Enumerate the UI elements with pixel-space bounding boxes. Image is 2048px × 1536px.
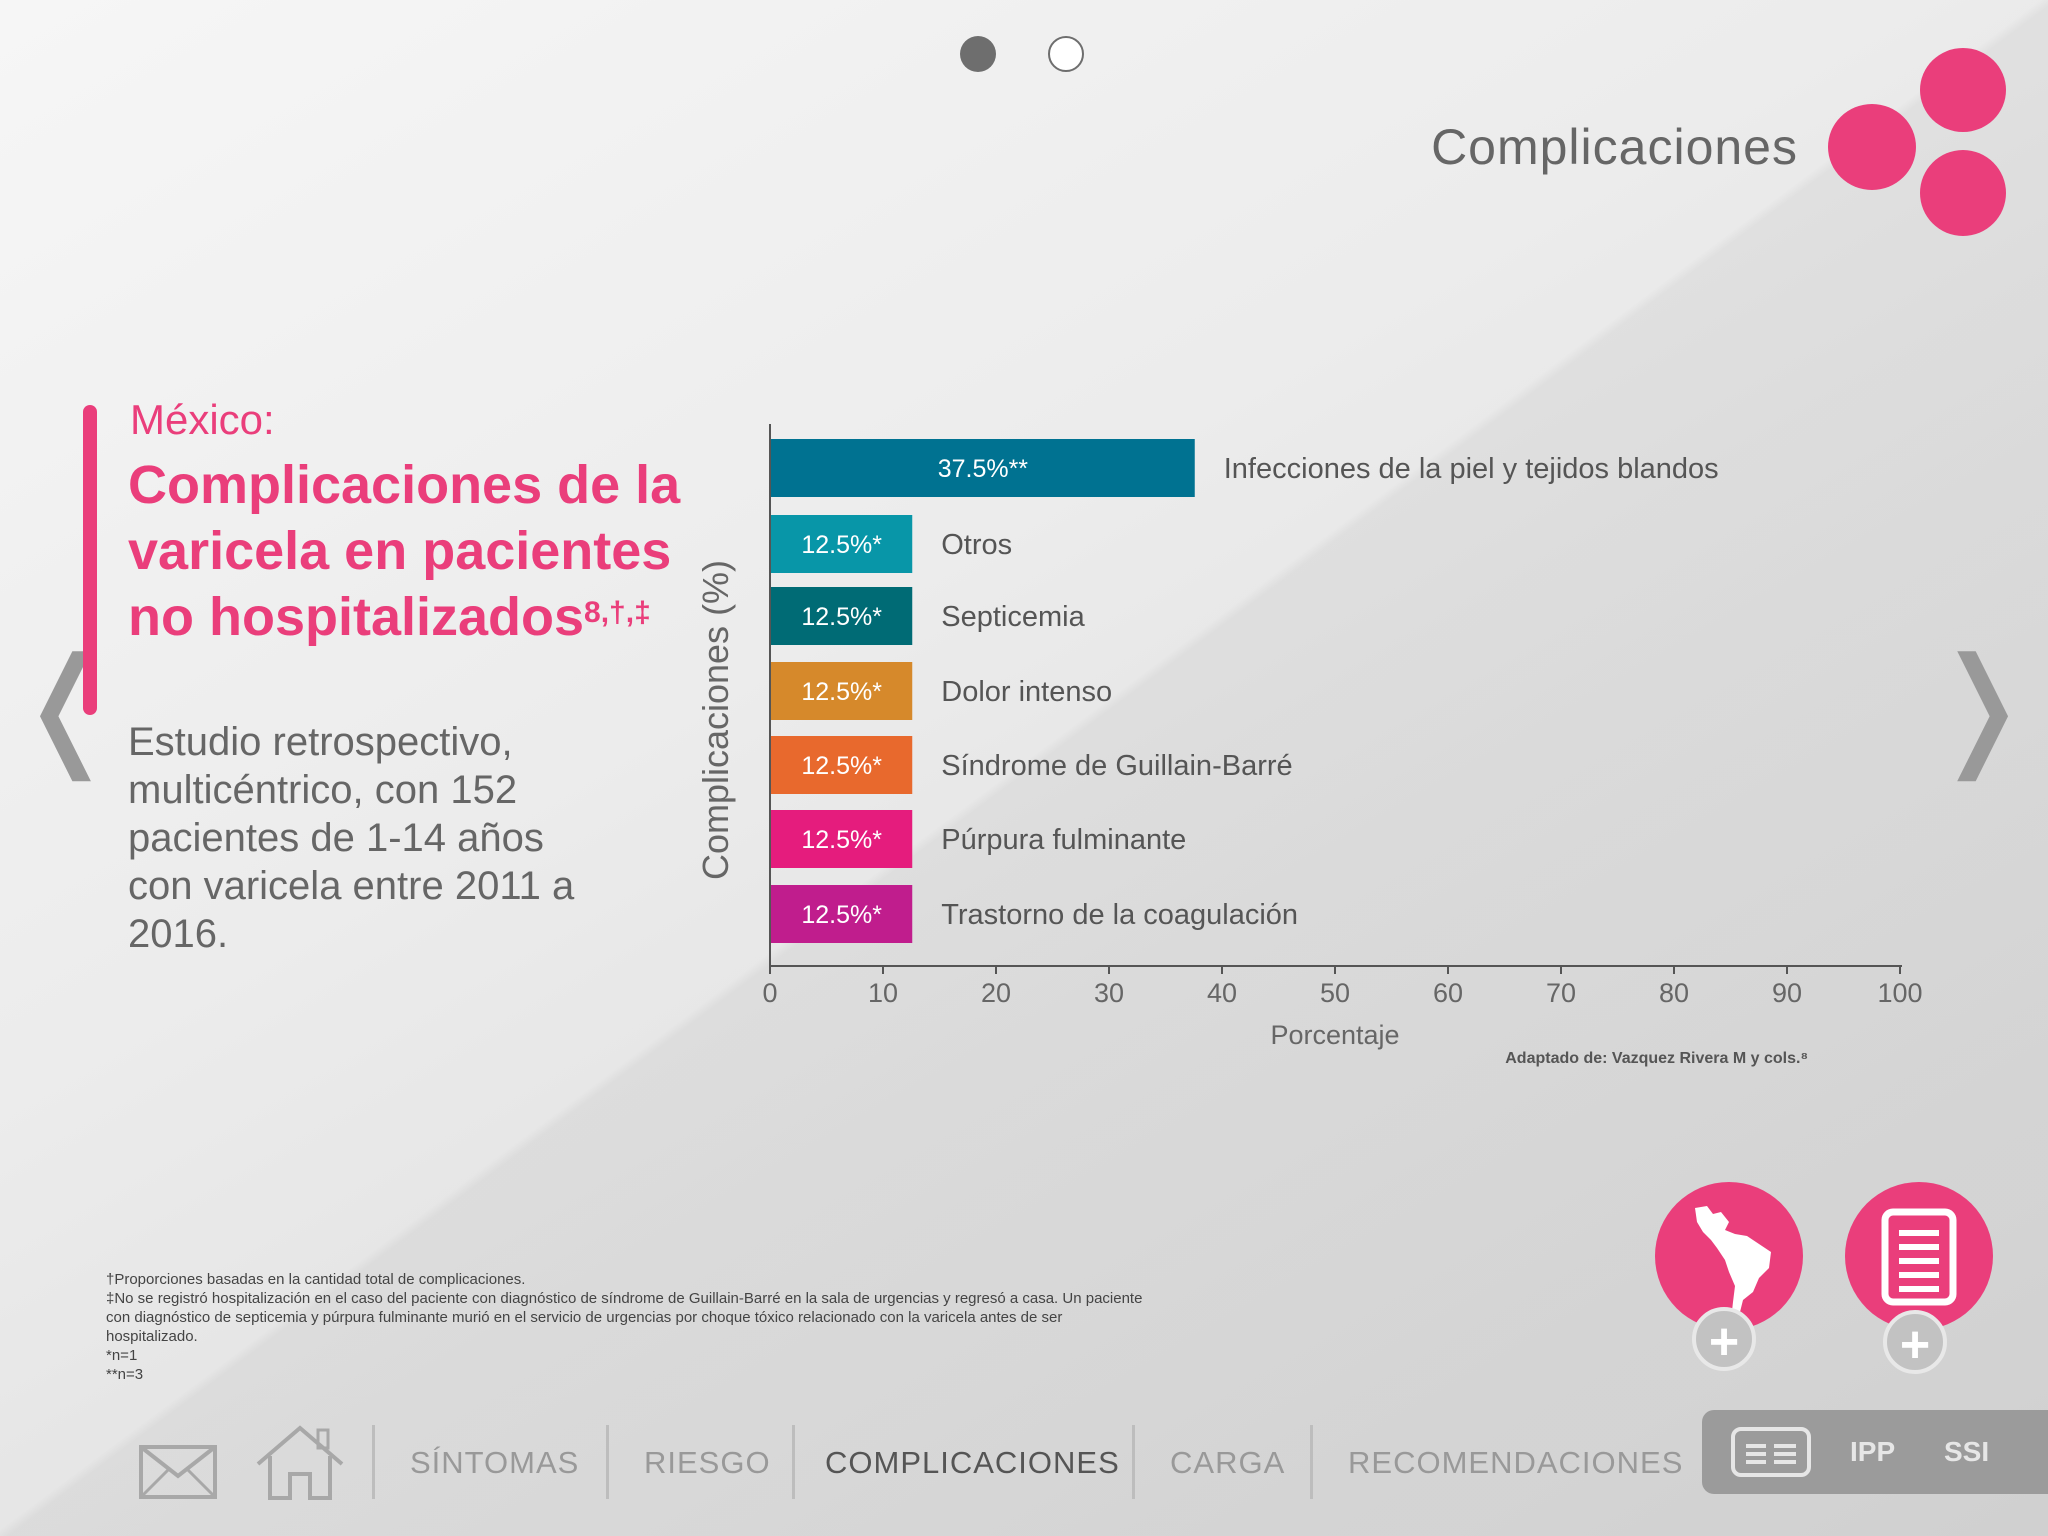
mail-icon[interactable] — [138, 1444, 218, 1500]
x-tick-label: 40 — [1207, 978, 1237, 1008]
bar-value-label: 12.5%* — [801, 678, 882, 706]
footnotes: †Proporciones basadas en la cantidad tot… — [106, 1270, 1156, 1384]
nav-separator — [372, 1425, 375, 1499]
x-axis-title: Porcentaje — [1270, 1020, 1399, 1050]
ssi-link[interactable]: SSI — [1944, 1436, 1989, 1468]
bar-value-label: 12.5%* — [801, 752, 882, 780]
complications-bar-chart: 37.5%** Infecciones de la piel y tejidos … — [695, 424, 1923, 1050]
home-icon[interactable] — [254, 1422, 346, 1502]
nav-item-sintomas[interactable]: SÍNTOMAS — [410, 1445, 579, 1481]
pager-dot-2[interactable] — [1048, 36, 1084, 72]
headline: Complicaciones de la varicela en pacient… — [128, 452, 688, 650]
x-tick-label: 60 — [1433, 978, 1463, 1008]
accent-bar — [83, 405, 97, 715]
nav-separator — [606, 1425, 609, 1499]
y-axis-title: Complicaciones (%) — [695, 560, 736, 880]
x-tick-label: 90 — [1772, 978, 1802, 1008]
bar-value-label: 37.5%** — [938, 455, 1029, 483]
source-citation: Adaptado de: Vazquez Rivera M y cols.⁸ — [1505, 1050, 1808, 1067]
section-title: Complicaciones — [1431, 119, 1798, 175]
nav-item-complicaciones[interactable]: COMPLICACIONES — [825, 1445, 1120, 1481]
category-label: Otros — [941, 529, 1012, 561]
category-label: Dolor intenso — [941, 676, 1112, 708]
study-description: Estudio retrospectivo, multicéntrico, co… — [128, 720, 575, 956]
nav-separator — [1132, 1425, 1135, 1499]
document-plus-icon[interactable]: + — [1883, 1310, 1947, 1374]
x-tick-label: 30 — [1094, 978, 1124, 1008]
menu-icon[interactable] — [1730, 1426, 1812, 1478]
x-tick-label: 70 — [1546, 978, 1576, 1008]
nav-separator — [792, 1425, 795, 1499]
category-label: Septicemia — [941, 601, 1085, 633]
next-arrow-icon[interactable]: ❭ — [1927, 640, 2036, 770]
x-tick-label: 100 — [1877, 978, 1922, 1008]
nav-item-carga[interactable]: CARGA — [1170, 1445, 1285, 1481]
category-label: Púrpura fulminante — [941, 824, 1186, 856]
footnote: †Proporciones basadas en la cantidad tot… — [106, 1271, 526, 1288]
footnote: **n=3 — [106, 1366, 144, 1383]
footnote: *n=1 — [106, 1347, 138, 1364]
nav-item-riesgo[interactable]: RIESGO — [644, 1445, 771, 1481]
x-tick-label: 10 — [868, 978, 898, 1008]
pager-dot-1[interactable] — [960, 36, 996, 72]
category-label: Trastorno de la coagulación — [941, 899, 1298, 931]
x-tick-label: 50 — [1320, 978, 1350, 1008]
bar-value-label: 12.5%* — [801, 531, 882, 559]
map-plus-icon[interactable]: + — [1692, 1307, 1756, 1371]
x-tick-label: 80 — [1659, 978, 1689, 1008]
previous-arrow-icon[interactable]: ❬ — [12, 640, 121, 770]
nav-separator — [1310, 1425, 1313, 1499]
x-tick-label: 0 — [762, 978, 777, 1008]
bar-value-label: 12.5%* — [801, 901, 882, 929]
document-icon — [1881, 1208, 1957, 1306]
ipp-link[interactable]: IPP — [1850, 1436, 1895, 1468]
headline-refs: 8,†,‡ — [584, 596, 651, 629]
x-tick-label: 20 — [981, 978, 1011, 1008]
document-button[interactable] — [1845, 1182, 1993, 1330]
bar-value-label: 12.5%* — [801, 826, 882, 854]
nav-item-recomendaciones[interactable]: RECOMENDACIONES — [1348, 1445, 1683, 1481]
bar-value-label: 12.5%* — [801, 603, 882, 631]
country-label: México: — [130, 396, 275, 443]
footnote: ‡No se registró hospitalización en el ca… — [106, 1290, 1143, 1345]
category-label: Síndrome de Guillain-Barré — [941, 750, 1292, 782]
category-label: Infecciones de la piel y tejidos blandos — [1224, 453, 1719, 485]
